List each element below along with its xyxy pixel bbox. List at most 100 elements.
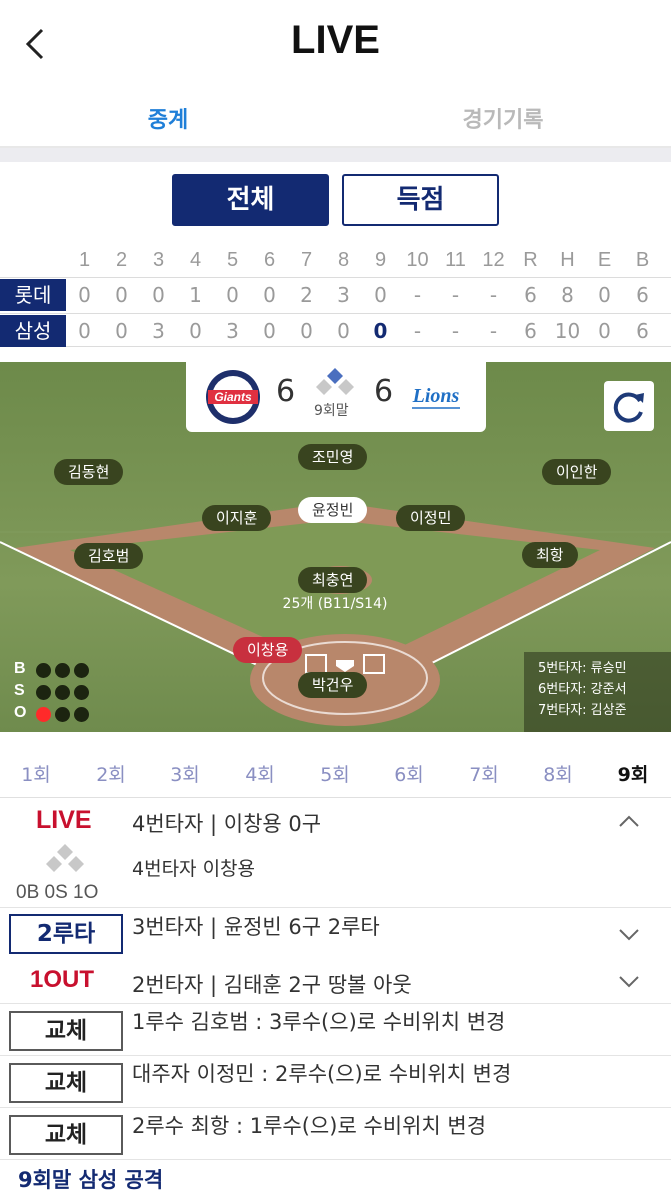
score-cell: 0 <box>226 283 239 307</box>
ball-dot <box>74 663 89 678</box>
col-header: 8 <box>337 249 350 271</box>
col-header: E <box>597 249 612 271</box>
half-inning-header: 9회말 삼성 공격 <box>18 1168 164 1192</box>
col-header: 5 <box>226 249 239 271</box>
col-header: 9 <box>374 249 387 271</box>
giants-logo-text: Giants <box>214 390 252 404</box>
score-cell: 2 <box>300 283 313 307</box>
feed-item: 교체 2루수 최항 : 1루수(으)로 수비위치 변경 <box>0 1108 671 1160</box>
score-cell: 6 <box>524 319 537 343</box>
player-left-field[interactable]: 김동현 <box>54 459 124 485</box>
score-cell: 3 <box>152 319 165 343</box>
player-shortstop[interactable]: 이지훈 <box>202 505 272 531</box>
feed-text: 3번타자 | 윤정빈 6구 2루타 <box>132 915 380 939</box>
feed-title: 4번타자 | 이창용 0구 <box>132 812 322 836</box>
feed-item-live[interactable]: LIVE 4번타자 | 이창용 0구 4번타자 이창용 0B 0S 1O <box>0 798 671 908</box>
feed-item: 교체 1루수 김호범 : 3루수(으)로 수비위치 변경 <box>0 1004 671 1056</box>
player-center-field[interactable]: 조민영 <box>298 444 368 470</box>
strike-label: S <box>14 682 25 699</box>
score-cell: 0 <box>374 283 387 307</box>
chevron-down-icon[interactable] <box>618 928 640 942</box>
tab-broadcast[interactable]: 중계 <box>68 102 268 134</box>
on-deck-list: 5번타자: 류승민 6번타자: 강준서 7번타자: 김상준 <box>524 652 671 732</box>
refresh-button[interactable] <box>604 381 654 431</box>
score-cell: 0 <box>78 283 91 307</box>
player-third-base[interactable]: 김호범 <box>74 543 144 569</box>
score-cell: 1 <box>189 283 202 307</box>
inning-tab[interactable]: 4회 <box>230 760 290 787</box>
base-runner-diamond-icon <box>316 368 354 395</box>
away-score: 6 <box>276 374 296 409</box>
filter-score-button[interactable]: 득점 <box>342 174 499 226</box>
team-name: 삼성 <box>0 315 66 347</box>
runner-second-base[interactable]: 윤정빈 <box>298 497 368 523</box>
col-header: 4 <box>189 249 202 271</box>
giants-logo: Giants <box>206 370 260 424</box>
inning-tab[interactable]: 6회 <box>379 760 439 787</box>
feed-text: 대주자 이정민 : 2루수(으)로 수비위치 변경 <box>132 1062 512 1086</box>
player-batter[interactable]: 이창용 <box>233 637 303 663</box>
feed-item[interactable]: 2루타 3번타자 | 윤정빈 6구 2루타 <box>0 908 671 958</box>
ball-label: B <box>14 660 26 677</box>
player-pitcher[interactable]: 최충연 <box>298 567 368 593</box>
section-divider <box>0 148 671 162</box>
scoreboard-row-home: 삼성 0 0 3 0 3 0 0 0 0 - - - 6 10 0 6 <box>0 313 671 347</box>
score-cell: 0 <box>598 283 611 307</box>
score-cell: - <box>489 283 498 307</box>
out-badge: 1OUT <box>30 966 95 993</box>
on-deck-item: 6번타자: 강준서 <box>538 682 627 697</box>
substitution-badge: 교체 <box>9 1115 123 1155</box>
inning-tab[interactable]: 8회 <box>528 760 588 787</box>
score-cell: - <box>451 283 460 307</box>
strike-dot <box>36 685 51 700</box>
chevron-up-icon[interactable] <box>618 814 640 828</box>
inning-tabs: 1회 2회 3회 4회 5회 6회 7회 8회 9회 <box>0 742 671 798</box>
inning-tab-selected[interactable]: 9회 <box>603 760 663 787</box>
player-first-base[interactable]: 최항 <box>522 542 578 568</box>
feed-item[interactable]: 1OUT 2번타자 | 김태훈 2구 땅볼 아웃 <box>0 958 671 1004</box>
tab-bar: 중계 경기기록 <box>0 90 671 148</box>
feed-detail: 4번타자 이창용 <box>132 858 256 880</box>
chevron-down-icon[interactable] <box>618 975 640 989</box>
col-header: 12 <box>482 249 505 271</box>
player-catcher[interactable]: 박건우 <box>298 672 368 698</box>
inning-tab[interactable]: 1회 <box>6 760 66 787</box>
col-header: 7 <box>300 249 313 271</box>
lions-logo: Lions <box>412 385 460 409</box>
col-header: 6 <box>263 249 276 271</box>
lions-logo-text: Lions <box>412 385 460 407</box>
feed-text: 2루수 최항 : 1루수(으)로 수비위치 변경 <box>132 1114 487 1138</box>
scoreboard-row-away: 롯데 0 0 0 1 0 0 2 3 0 - - - 6 8 0 6 <box>0 277 671 311</box>
score-cell: 0 <box>189 319 202 343</box>
score-cell: 0 <box>263 319 276 343</box>
inning-tab[interactable]: 2회 <box>81 760 141 787</box>
player-second-base[interactable]: 이정민 <box>396 505 466 531</box>
inning-tab[interactable]: 5회 <box>305 760 365 787</box>
score-cell: - <box>413 319 422 343</box>
pitch-count: 25개 (B11/S14) <box>282 596 388 612</box>
double-badge: 2루타 <box>9 914 123 954</box>
inning-tab[interactable]: 7회 <box>454 760 514 787</box>
strike-dot <box>74 685 89 700</box>
tab-game-record[interactable]: 경기기록 <box>403 102 603 134</box>
col-header: 2 <box>115 249 128 271</box>
live-badge: LIVE <box>36 806 92 834</box>
score-cell: 6 <box>636 319 649 343</box>
base-diamond-icon <box>46 844 84 872</box>
substitution-badge: 교체 <box>9 1011 123 1051</box>
header: LIVE <box>0 0 671 90</box>
feed-text: 1루수 김호범 : 3루수(으)로 수비위치 변경 <box>132 1010 506 1034</box>
score-cell: - <box>489 319 498 343</box>
substitution-badge: 교체 <box>9 1063 123 1103</box>
inning-tab[interactable]: 3회 <box>155 760 215 787</box>
player-right-field[interactable]: 이인한 <box>542 459 612 485</box>
score-cell: 0 <box>598 319 611 343</box>
score-cell: 3 <box>226 319 239 343</box>
score-cell: 6 <box>524 283 537 307</box>
col-header: 3 <box>152 249 165 271</box>
col-header: B <box>635 249 650 271</box>
score-cell: 10 <box>554 319 581 343</box>
on-deck-item: 7번타자: 김상준 <box>538 703 627 718</box>
filter-all-button[interactable]: 전체 <box>172 174 329 226</box>
out-dot <box>55 707 70 722</box>
